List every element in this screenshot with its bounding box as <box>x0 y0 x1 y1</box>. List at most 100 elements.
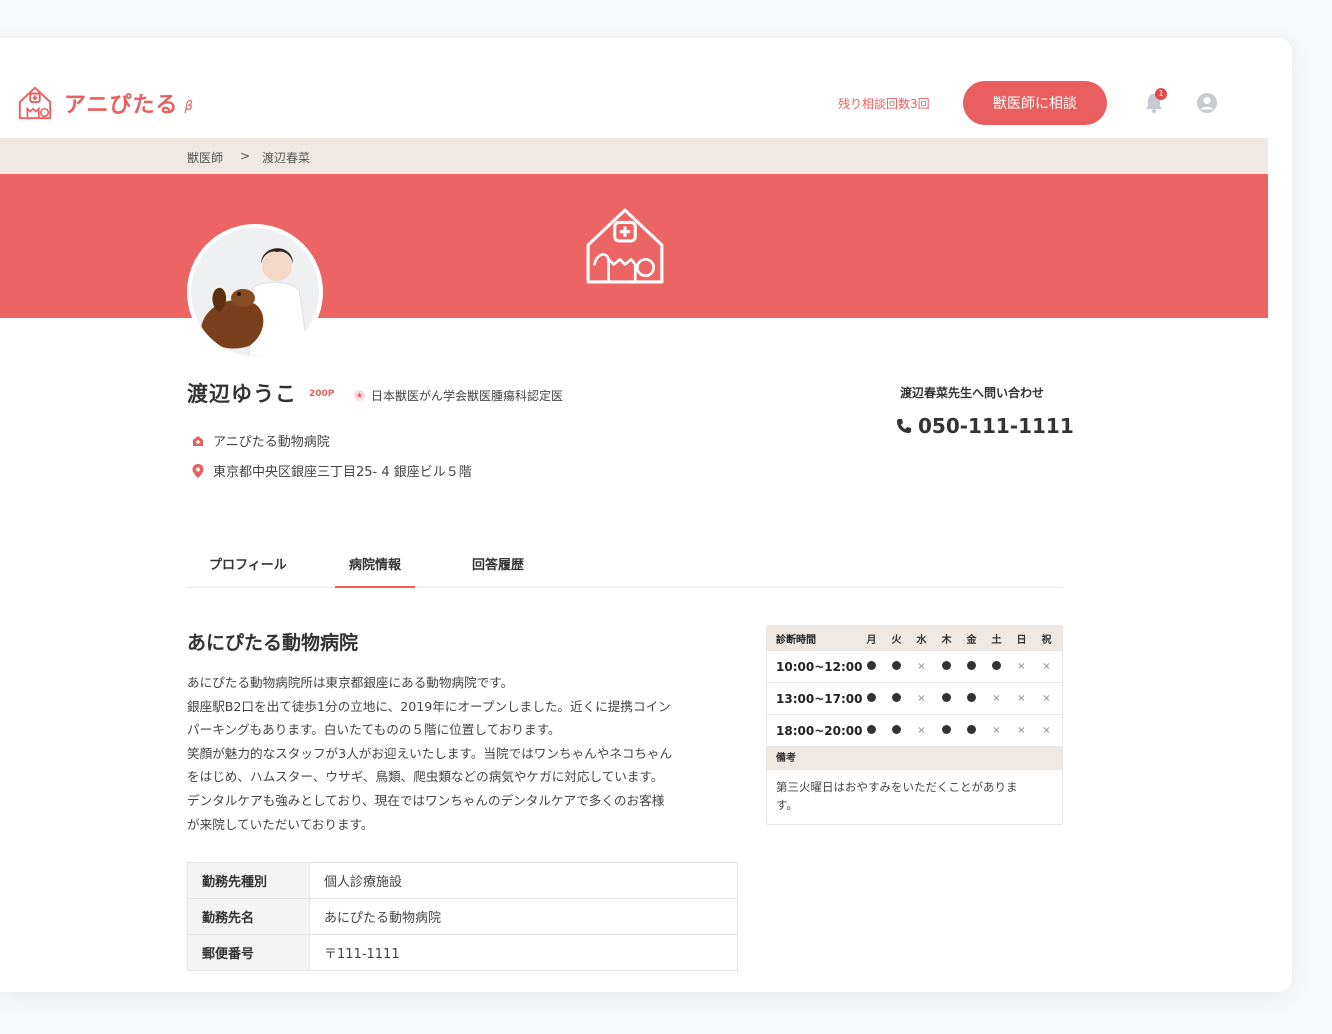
breadcrumb-link-vet[interactable]: 獣医師 <box>187 149 223 166</box>
open-dot-icon <box>859 692 884 705</box>
table-row: 郵便番号 〒111-1111 <box>187 934 738 971</box>
star-icon: ★ <box>354 390 365 401</box>
breadcrumb-current: 渡辺春菜 <box>262 151 311 165</box>
vet-name: 渡辺ゆうこ <box>187 382 297 406</box>
day-label: 土 <box>991 634 1002 646</box>
open-dot-icon <box>859 660 884 673</box>
dot-icon <box>967 725 976 734</box>
notes-line: す。 <box>776 798 798 812</box>
clinic-info-table: 勤務先種別 個人診療施設 勤務先名 あにぴたる動物病院 郵便番号 〒111-11… <box>187 862 738 971</box>
user-avatar-icon <box>1197 93 1217 113</box>
clinic-title: あにぴたる動物病院 <box>187 632 359 654</box>
hours-row: 13:00~17:00 × × × × <box>767 682 1062 714</box>
hours-time: 13:00~17:00 <box>776 691 863 706</box>
dot-icon <box>892 693 901 702</box>
closed-mark: × <box>917 725 926 736</box>
vet-avatar <box>187 224 323 360</box>
consult-vet-button[interactable]: 獣医師に相談 <box>963 81 1107 125</box>
app-logo[interactable]: アニぴたる β <box>16 84 193 122</box>
table-value: 個人診療施設 <box>309 862 738 899</box>
dot-icon <box>942 725 951 734</box>
closed-mark: × <box>1042 725 1051 736</box>
hours-time: 10:00~12:00 <box>776 659 863 674</box>
open-dot-icon <box>959 724 984 737</box>
closed-mark: × <box>992 693 1001 704</box>
breadcrumb-separator: > <box>240 149 251 163</box>
phone-number[interactable]: 050-111-1111 <box>896 414 1074 438</box>
address-row: 東京都中央区銀座三丁目25- 4 銀座ビル５階 <box>192 461 472 480</box>
certification: ★ 日本獣医がん学会獣医腫瘍科認定医 <box>354 387 563 404</box>
open-dot-icon <box>934 724 959 737</box>
notification-badge: 1 <box>1155 88 1167 100</box>
vet-with-dog-photo <box>191 228 319 356</box>
tab-hospital-info[interactable]: 病院情報 <box>335 554 415 588</box>
clinic-house-logo-icon <box>18 86 52 120</box>
day-label: 水 <box>916 634 927 646</box>
closed-mark: × <box>1017 693 1026 704</box>
dot-icon <box>942 661 951 670</box>
contact-label: 渡辺春菜先生へ問い合わせ <box>900 386 1045 400</box>
remaining-consultations: 残り相談回数3回 <box>838 97 930 111</box>
notes-body: 第三火曜日はおやすみをいただくことがありま す。 <box>767 770 1062 824</box>
hours-row: 10:00~12:00 × × × <box>767 650 1062 682</box>
top-header: アニぴたる β 残り相談回数3回 獣医師に相談 1 <box>0 38 1268 138</box>
day-label: 月 <box>866 634 877 646</box>
closed-mark: × <box>992 725 1001 736</box>
phone-icon <box>897 419 911 433</box>
location-pin-icon <box>192 463 204 478</box>
table-value: あにぴたる動物病院 <box>309 898 738 935</box>
dot-icon <box>867 725 876 734</box>
open-dot-icon <box>859 724 884 737</box>
table-row: 勤務先種別 個人診療施設 <box>187 862 738 899</box>
profile-tabs: プロフィール 病院情報 回答履歴 <box>187 548 1063 588</box>
tab-answer-history-label: 回答履歴 <box>472 558 525 573</box>
hours-row: 18:00~20:00 × × × × <box>767 714 1062 746</box>
open-dot-icon <box>934 692 959 705</box>
clinic-house-banner-icon <box>586 208 664 284</box>
open-dot-icon <box>984 660 1009 673</box>
clinic-name: アニぴたる動物病院 <box>213 435 330 450</box>
app-name: アニぴたる <box>64 93 179 118</box>
dot-icon <box>992 661 1001 670</box>
dot-icon <box>892 661 901 670</box>
dot-icon <box>967 661 976 670</box>
dot-icon <box>892 725 901 734</box>
hospital-icon <box>193 435 203 446</box>
clinic-row: アニぴたる動物病院 <box>192 431 330 450</box>
closed-mark: × <box>1017 661 1026 672</box>
day-label: 祝 <box>1041 634 1052 646</box>
description-line: あにぴたる動物病院所は東京都銀座にある動物病院です。 <box>187 675 514 690</box>
day-label: 日 <box>1016 634 1027 646</box>
table-key: 勤務先種別 <box>187 862 310 899</box>
user-menu[interactable] <box>1196 92 1218 118</box>
closed-mark: × <box>917 693 926 704</box>
dot-icon <box>867 661 876 670</box>
hours-time: 18:00~20:00 <box>776 723 863 738</box>
certification-label: 日本獣医がん学会獣医腫瘍科認定医 <box>371 389 564 403</box>
notification-button[interactable]: 1 <box>1144 88 1167 118</box>
hours-header: 診断時間 月 火 水 木 金 土 日 祝 <box>767 626 1062 650</box>
table-value: 〒111-1111 <box>309 934 738 971</box>
tab-answer-history[interactable]: 回答履歴 <box>472 554 524 588</box>
table-row: 勤務先名 あにぴたる動物病院 <box>187 898 738 935</box>
open-dot-icon <box>959 692 984 705</box>
table-key: 郵便番号 <box>187 934 310 971</box>
notes-line: 第三火曜日はおやすみをいただくことがありま <box>776 780 1018 794</box>
notes-header: 備考 <box>767 746 1062 770</box>
points-badge: 200P <box>309 389 335 399</box>
hours-header-label: 診断時間 <box>776 634 816 646</box>
open-dot-icon <box>959 660 984 673</box>
consultation-hours-table: 診断時間 月 火 水 木 金 土 日 祝 10:00~12:00 × × × 13:00… <box>766 625 1063 825</box>
closed-mark: × <box>1042 661 1051 672</box>
breadcrumb: 獣医師 > 渡辺春菜 <box>0 138 1268 174</box>
open-dot-icon <box>884 660 909 673</box>
hours-rows: 10:00~12:00 × × × 13:00~17:00 × × × × 18:00~20:00… <box>767 650 1062 746</box>
table-key: 勤務先名 <box>187 898 310 935</box>
clinic-description: あにぴたる動物病院所は東京都銀座にある動物病院です。 銀座駅B2口を出て徒歩1分… <box>187 671 747 836</box>
description-line: パーキングもあります。白いたてものの５階に位置しております。 <box>187 722 561 738</box>
dot-icon <box>967 693 976 702</box>
tab-profile[interactable]: プロフィール <box>209 554 287 588</box>
closed-mark: × <box>1017 725 1026 736</box>
day-label: 木 <box>941 634 952 646</box>
closed-mark: × <box>917 661 926 672</box>
